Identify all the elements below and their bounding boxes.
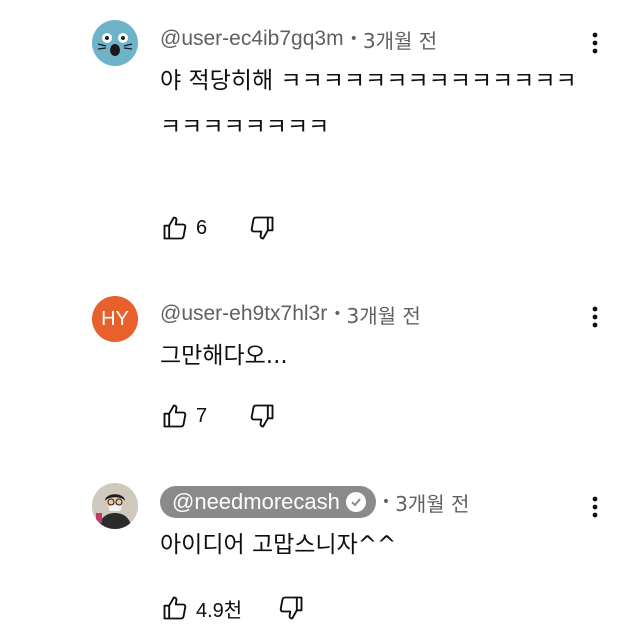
like-button[interactable] <box>160 401 190 431</box>
comment-actions: 6 <box>160 213 277 243</box>
author-handle: @needmorecash <box>172 489 340 514</box>
more-vert-icon <box>592 306 598 328</box>
more-vert-icon <box>592 32 598 54</box>
thumbs-up-icon <box>163 404 187 428</box>
avatar-initials: HY <box>101 307 129 330</box>
like-count: 7 <box>196 404 208 427</box>
more-vert-icon <box>592 496 598 518</box>
creator-handle-badge[interactable]: @needmorecash <box>160 486 376 518</box>
thumbs-up-icon <box>163 216 187 240</box>
thumbs-up-icon <box>163 596 187 620</box>
thumbs-down-icon <box>250 216 274 240</box>
separator: • <box>333 306 342 322</box>
comment-text: 야 적당히해 ㅋㅋㅋㅋㅋㅋㅋㅋㅋㅋㅋㅋㅋㅋㅋㅋㅋㅋㅋㅋㅋㅋ <box>160 68 577 140</box>
avatar[interactable]: HY <box>92 296 138 342</box>
comment-meta: @user-eh9tx7hl3r • 3개월 전 <box>160 299 421 329</box>
comment-age: 3개월 전 <box>395 491 470 516</box>
comment-age: 3개월 전 <box>346 303 421 328</box>
like-count: 4.9천 <box>196 599 243 622</box>
thumbs-down-icon <box>250 404 274 428</box>
comment-actions: 4.9천 <box>160 593 306 623</box>
more-options-button[interactable] <box>580 300 610 334</box>
separator: • <box>349 31 358 47</box>
separator: • <box>381 494 391 510</box>
comment-actions: 7 <box>160 401 277 431</box>
avatar[interactable] <box>92 483 138 529</box>
dislike-button[interactable] <box>276 593 306 623</box>
author-handle[interactable]: @user-ec4ib7gq3m <box>160 27 344 51</box>
comment-meta: @user-ec4ib7gq3m • 3개월 전 <box>160 24 437 54</box>
thumbs-down-icon <box>279 596 303 620</box>
verified-check-icon <box>345 492 366 512</box>
comment-meta: @needmorecash • 3개월 전 <box>160 486 470 518</box>
cat-icon <box>97 33 133 56</box>
like-count: 6 <box>196 216 208 239</box>
like-button[interactable] <box>160 593 190 623</box>
comment-text: 아이디어 고맙스니자^^ <box>160 532 397 558</box>
dislike-button[interactable] <box>247 401 277 431</box>
comment-text: 그만해다오... <box>160 343 288 369</box>
author-handle[interactable]: @user-eh9tx7hl3r <box>160 302 327 326</box>
more-options-button[interactable] <box>580 490 610 524</box>
more-options-button[interactable] <box>580 26 610 60</box>
comment-age: 3개월 전 <box>362 28 438 53</box>
dislike-button[interactable] <box>247 213 277 243</box>
avatar[interactable] <box>92 20 138 66</box>
like-button[interactable] <box>160 213 190 243</box>
user-photo <box>92 483 138 529</box>
